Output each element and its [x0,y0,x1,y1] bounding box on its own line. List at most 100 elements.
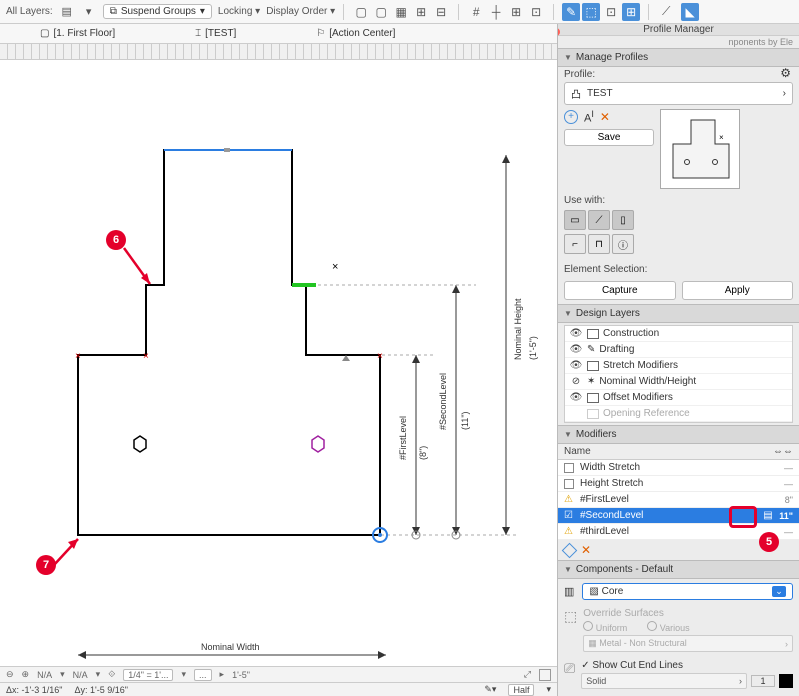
status-bar-2: Δx: -1'-3 1/16" Δy: 1'-5 9/16" ✎▾ Half▾ [0,682,557,696]
usewith-handrail[interactable]: ⌐ [564,234,586,254]
box-icon[interactable] [539,669,551,681]
tool-active-4[interactable]: ⊞ [622,3,640,21]
display-order-label[interactable]: Display Order ▾ [266,6,335,17]
callout-5: 5 [759,532,779,552]
tool-active-2[interactable]: ⬚ [582,3,600,21]
icon-5[interactable]: ⊟ [432,3,450,21]
profile-icon: ⌶ [195,28,201,39]
profile-preview: × [660,109,740,189]
align-icon[interactable]: ┼ [487,3,505,21]
tool-active-1[interactable]: ✎ [562,3,580,21]
panel-title: Profile Manager [558,24,799,36]
tab-first-floor[interactable]: ▢[1. First Floor] [40,28,115,39]
section-design-layers[interactable]: ▼Design Layers [558,304,799,323]
usewith-other2[interactable]: ⓘ [612,234,634,254]
drawing-area: Nominal Height (1'-5") #SecondLevel (11"… [0,60,557,666]
usewith-other1[interactable]: ⊓ [588,234,610,254]
usewith-wall[interactable]: ▭ [564,210,586,230]
first-level-label: #FirstLevel [398,416,408,460]
action-center-icon: ⚐ [316,28,325,39]
zoom-out-icon[interactable]: ⊖ [6,669,14,680]
endline-icon: ⎚ [564,660,575,677]
warning-icon: ⚠ [564,526,580,537]
snap-icon[interactable]: ⊡ [527,3,545,21]
scale-select[interactable]: 1/4" = 1'... [123,669,173,681]
wall-join-icon: ⧉ [110,6,117,17]
check-icon[interactable]: ✓ [581,660,589,671]
icon-3[interactable]: ▦ [392,3,410,21]
section-components[interactable]: ▼Components - Default [558,560,799,579]
delete-modifier-button[interactable]: ✕ [581,543,591,557]
zoom-select[interactable]: ... [194,669,212,681]
new-modifier-button[interactable] [562,542,578,558]
callout-7: 7 [36,555,56,575]
save-button[interactable]: Save [564,129,654,146]
pen-icon[interactable]: ✎▾ [484,684,496,695]
settings-icon[interactable]: ⚙ [780,66,791,80]
modifier-second-level[interactable]: ☑#SecondLevel▤11" [558,508,799,524]
warning-icon: ⚠ [564,494,580,505]
usewith-column[interactable]: ▯ [612,210,634,230]
icon-1[interactable]: ▢ [352,3,370,21]
draft-icon: ✎ [587,344,595,355]
tool-3[interactable]: ⊡ [602,3,620,21]
svg-text:×: × [332,261,338,273]
layers-stack-icon[interactable]: ▤ [59,4,75,20]
eye-icon[interactable]: 👁 [569,392,583,403]
modifier-height-stretch[interactable]: Height Stretch— [558,476,799,492]
structure-icon[interactable]: ▥ [564,585,574,598]
capture-button[interactable]: Capture [564,281,676,300]
status-bar: ⊖ ⊕ N/A▾ N/A▾ ⟐ 1/4" = 1'...▾ ... ▸ 1'-5… [0,666,557,682]
line-weight-input[interactable]: 1 [751,675,775,687]
modifier-first-level[interactable]: ⚠#FirstLevel8" [558,492,799,508]
color-swatch[interactable] [779,674,793,688]
icon-4[interactable]: ⊞ [412,3,430,21]
svg-text:×: × [377,351,383,362]
canvas[interactable]: Nominal Height (1'-5") #SecondLevel (11"… [16,60,557,666]
eye-icon[interactable]: 👁 [569,328,583,339]
profile-select[interactable]: 凸TEST › [564,82,793,105]
tab-test[interactable]: ⌶[TEST] [195,28,236,39]
eye-icon[interactable]: 👁 [569,344,583,355]
rename-icon[interactable]: AI [584,109,594,125]
expand-icon[interactable]: ⤢ [524,669,531,680]
delete-icon[interactable]: ✕ [600,110,610,124]
layer-stretch[interactable]: 👁Stretch Modifiers [565,358,792,374]
locking-label[interactable]: Locking ▾ [218,6,260,17]
chevron-updown-icon: ⌄ [772,586,786,597]
usewith-beam[interactable]: ⟋ [588,210,610,230]
tab-action-center[interactable]: ⚐[Action Center] [316,28,395,39]
modifier-width-stretch[interactable]: Width Stretch— [558,460,799,476]
eye-hidden-icon[interactable]: ⊘ [569,376,583,387]
component-select[interactable]: ▧ Core⌄ [582,583,793,600]
apply-button[interactable]: Apply [682,281,794,300]
suspend-groups-select[interactable]: ⧉Suspend Groups▾ [103,4,212,19]
surface-dropdown: ▦ Metal - Non Structural› [583,635,793,652]
grid-toggle-icon[interactable]: # [467,3,485,21]
section-modifiers[interactable]: ▼Modifiers [558,425,799,444]
icon-2[interactable]: ▢ [372,3,390,21]
layer-nominal[interactable]: ⊘✶Nominal Width/Height [565,374,792,390]
show-cut-label: Show Cut End Lines [592,660,683,671]
zoom-in-icon[interactable]: ⊕ [22,669,30,680]
radio-uniform [583,621,593,631]
edit-icon[interactable]: ▤ [763,510,779,521]
line-type-select[interactable]: Solid› [581,673,747,689]
layers-tree: 👁Construction 👁✎Drafting 👁Stretch Modifi… [564,325,793,423]
ruler-icon[interactable]: ⟋ [657,3,675,21]
distribute-icon[interactable]: ⊞ [507,3,525,21]
close-dot-icon[interactable] [557,28,560,36]
add-profile-button[interactable]: + [564,110,578,124]
profile-label: Profile: [558,67,799,82]
profile-shape-icon: 凸 [571,86,581,101]
callout-6: 6 [106,230,126,250]
section-manage-profiles[interactable]: ▼Manage Profiles [558,48,799,67]
layer-offset[interactable]: 👁Offset Modifiers [565,390,792,406]
half-select[interactable]: Half [508,684,534,696]
chevron-down-icon[interactable]: ▾ [81,4,97,20]
eye-icon[interactable]: 👁 [569,360,583,371]
layer-drafting[interactable]: 👁✎Drafting [565,342,792,358]
triangle-icon[interactable]: ◣ [681,3,699,21]
layer-construction[interactable]: 👁Construction [565,326,792,342]
svg-text:×: × [75,351,81,362]
